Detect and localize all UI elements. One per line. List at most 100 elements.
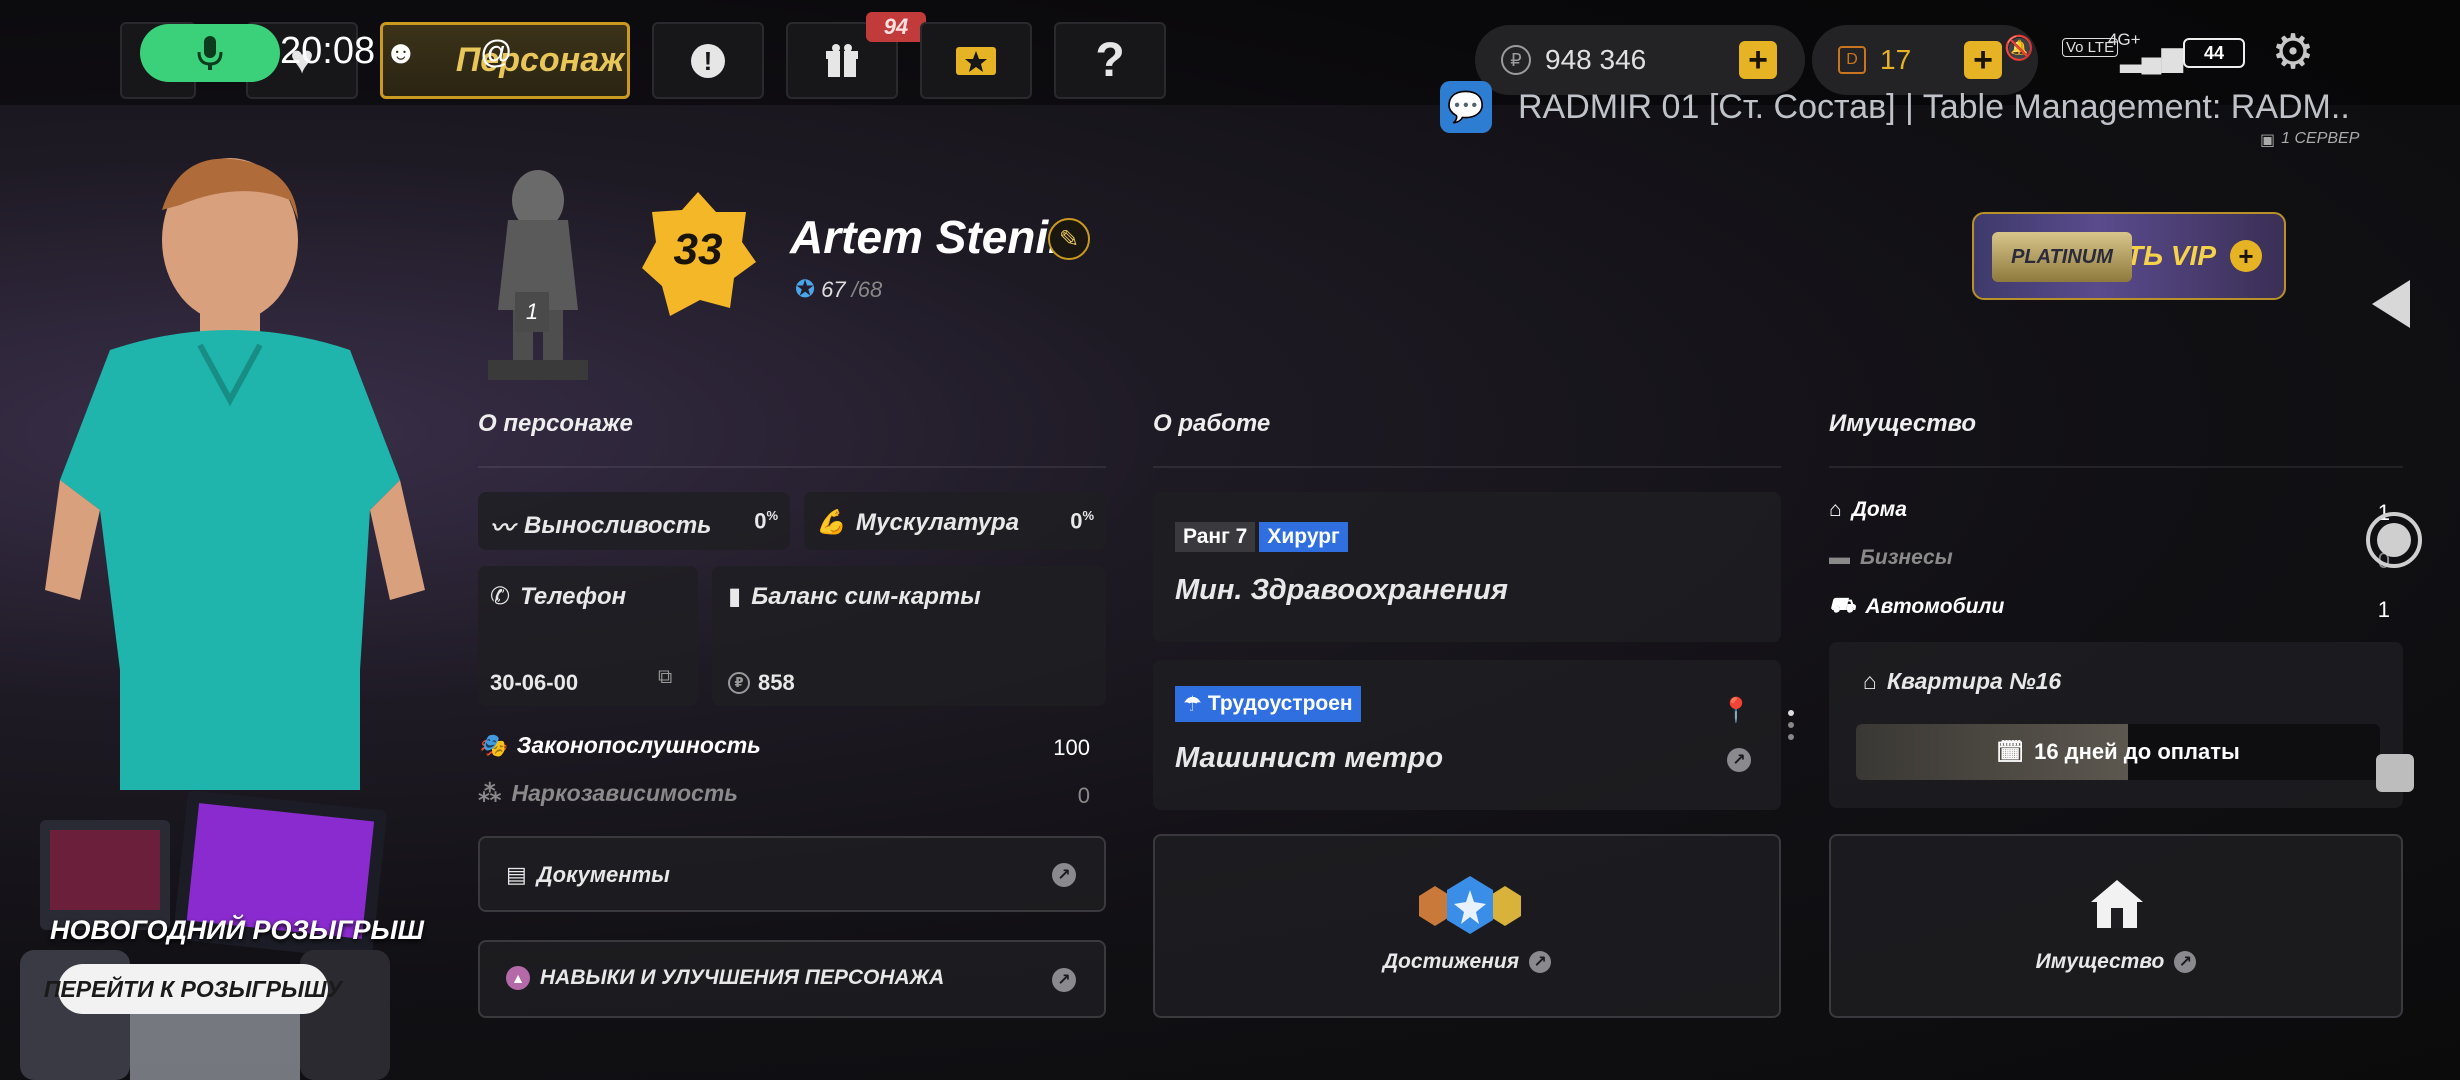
- at-icon: @: [480, 34, 513, 70]
- property-button[interactable]: Имущество ↗: [1829, 834, 2403, 1018]
- alert-icon: !: [691, 43, 725, 78]
- work-section-title: О работе: [1153, 410, 1271, 437]
- houses-label: Дома: [1851, 498, 1907, 521]
- phone-value: 30-06-00: [490, 670, 579, 695]
- gifts-count-badge: 94: [866, 12, 926, 42]
- donate-coin-icon: D: [1838, 46, 1866, 74]
- settings-gear-icon[interactable]: ⚙: [2268, 28, 2318, 78]
- collapse-arrow-icon[interactable]: [2372, 280, 2410, 328]
- job-card[interactable]: ☂ Трудоустроен 📍 Машинист метро ↗: [1153, 660, 1781, 810]
- mic-indicator[interactable]: [140, 24, 280, 82]
- statue-rank-number: 1: [515, 292, 549, 332]
- record-button[interactable]: [2366, 512, 2422, 568]
- phone-label: Телефон: [520, 582, 627, 610]
- mute-icon: 🔕: [2004, 35, 2034, 62]
- work-divider: [1153, 466, 1781, 468]
- pills-icon: ⁂: [478, 780, 502, 806]
- achievements-arrow-icon: ↗: [1529, 951, 1552, 973]
- sim-label: Баланс сим-карты: [751, 582, 981, 610]
- character-model: [45, 158, 425, 790]
- position-tag: Хирург: [1259, 522, 1348, 552]
- mask-icon: 🎭: [478, 732, 507, 758]
- skills-button[interactable]: ▲ НАВЫКИ И УЛУЧШЕНИЯ ПЕРСОНАЖА ↗: [478, 940, 1106, 1018]
- apartment-house-icon: ⌂: [1863, 668, 1877, 694]
- scroll-dots: [1788, 710, 1796, 740]
- level-number: 33: [673, 225, 723, 274]
- houses-label-wrap: ⌂ Дома: [1829, 498, 1907, 522]
- sim-ruble-icon: ₽: [728, 672, 750, 694]
- character-name: Artem Stenin: [790, 211, 1077, 263]
- muscles-icon: 💪: [816, 509, 846, 536]
- cars-label-wrap: ⛟ Автомобили: [1829, 594, 2004, 620]
- endurance-label: Выносливость: [524, 511, 712, 539]
- about-divider: [478, 466, 1106, 468]
- server-text: 1 СЕРВЕР: [2281, 130, 2360, 147]
- payment-icon: 🗓: [1996, 739, 2025, 764]
- skills-upgrade-icon: ▲: [506, 966, 530, 990]
- achievements-medals-icon: [1419, 876, 1521, 934]
- help-button[interactable]: ?: [1054, 22, 1166, 99]
- experience: ✪ 67 /68: [795, 275, 882, 304]
- property-arrow-icon: ↗: [2174, 951, 2197, 973]
- payment-text: 16 дней до оплаты: [2034, 739, 2240, 764]
- apartment-label: Квартира №16: [1886, 668, 2062, 694]
- documents-label: Документы: [536, 862, 670, 887]
- muscles-percent: %: [1082, 508, 1094, 523]
- organization-name: Мин. Здравоохранения: [1175, 574, 1508, 606]
- copy-icon[interactable]: ⧉: [658, 666, 672, 689]
- sim-value: 858: [758, 670, 795, 695]
- vip-plus-icon: +: [2230, 240, 2262, 272]
- skills-label: НАВЫКИ И УЛУЧШЕНИЯ ПЕРСОНАЖА: [540, 966, 945, 989]
- giveaway-button[interactable]: ПЕРЕЙТИ К РОЗЫГРЫШУ: [44, 964, 342, 1014]
- sim-label-wrap: ▮ Баланс сим-карты: [728, 582, 981, 611]
- phone-card[interactable]: ✆ Телефон 30-06-00 ⧉: [478, 566, 698, 706]
- cars-label: Автомобили: [1865, 595, 2005, 618]
- star-card-button[interactable]: [920, 22, 1032, 99]
- endurance-label-wrap: 〰 Выносливость: [490, 508, 711, 543]
- law-label: Законопослушность: [516, 732, 761, 758]
- drug-label-wrap: ⁂ Наркозависимость: [478, 780, 738, 807]
- rank-tag: Ранг 7: [1175, 522, 1256, 552]
- dot-3: [1788, 734, 1794, 740]
- sim-balance-card[interactable]: ▮ Баланс сим-карты ₽ 858: [712, 566, 1106, 706]
- alert-button[interactable]: !: [652, 22, 764, 99]
- dot-1: [1788, 710, 1794, 716]
- property-button-label: Имущество: [2035, 950, 2165, 973]
- square-overlay-button[interactable]: [2376, 754, 2414, 792]
- muscles-card: 💪 Мускулатура 0%: [804, 492, 1106, 550]
- chat-app-icon: ☻: [384, 34, 418, 70]
- endurance-value-wrap: 0%: [754, 508, 778, 534]
- endurance-icon: 〰: [490, 515, 514, 542]
- employed-tag-wrap: ☂ Трудоустроен: [1175, 686, 1361, 722]
- dot-2: [1788, 722, 1794, 728]
- organization-card[interactable]: Ранг 7 Хирург Мин. Здравоохранения: [1153, 492, 1781, 642]
- documents-button[interactable]: ▤ Документы ↗: [478, 836, 1106, 912]
- pencil-icon: ✎: [1058, 225, 1080, 253]
- server-label: ▣ 1 СЕРВЕР: [2260, 130, 2359, 150]
- business-label-wrap: ▬ Бизнесы: [1829, 546, 1953, 570]
- platinum-badge: PLATINUM: [1992, 232, 2132, 282]
- star-card-icon: [956, 46, 996, 75]
- documents-arrow-icon: ↗: [1052, 863, 1076, 887]
- rank-tags: Ранг 7 Хирург: [1175, 522, 1348, 552]
- about-section-title: О персонаже: [478, 410, 633, 437]
- microphone-icon: [197, 36, 223, 70]
- muscles-value-wrap: 0%: [1070, 508, 1094, 534]
- location-pin-icon[interactable]: 📍: [1721, 696, 1751, 725]
- payment-text-wrap: 🗓 16 дней до оплаты: [1856, 724, 2380, 780]
- sim-value-wrap: ₽ 858: [728, 670, 795, 696]
- house-icon: ⌂: [1829, 498, 1842, 521]
- ruble-icon: ₽: [1501, 45, 1531, 75]
- big-house-icon: [2091, 880, 2143, 928]
- achievements-label-wrap: Достижения ↗: [1155, 950, 1779, 974]
- drug-value: 0: [1077, 783, 1090, 808]
- property-btn-label-wrap: Имущество ↗: [1831, 950, 2401, 974]
- edit-name-button[interactable]: ✎: [1048, 218, 1090, 260]
- muscles-label: Мускулатура: [855, 508, 1020, 536]
- rank-statue-image: [488, 170, 588, 380]
- drug-label: Наркозависимость: [511, 780, 738, 806]
- achievements-button[interactable]: Достижения ↗: [1153, 834, 1781, 1018]
- become-vip-button[interactable]: PLATINUM СТАТЬ VIP +: [1972, 212, 2286, 300]
- documents-label-wrap: ▤ Документы: [506, 862, 670, 888]
- notification-text: RADMIR 01 [Ст. Состав] | Table Managemen…: [1518, 87, 2350, 126]
